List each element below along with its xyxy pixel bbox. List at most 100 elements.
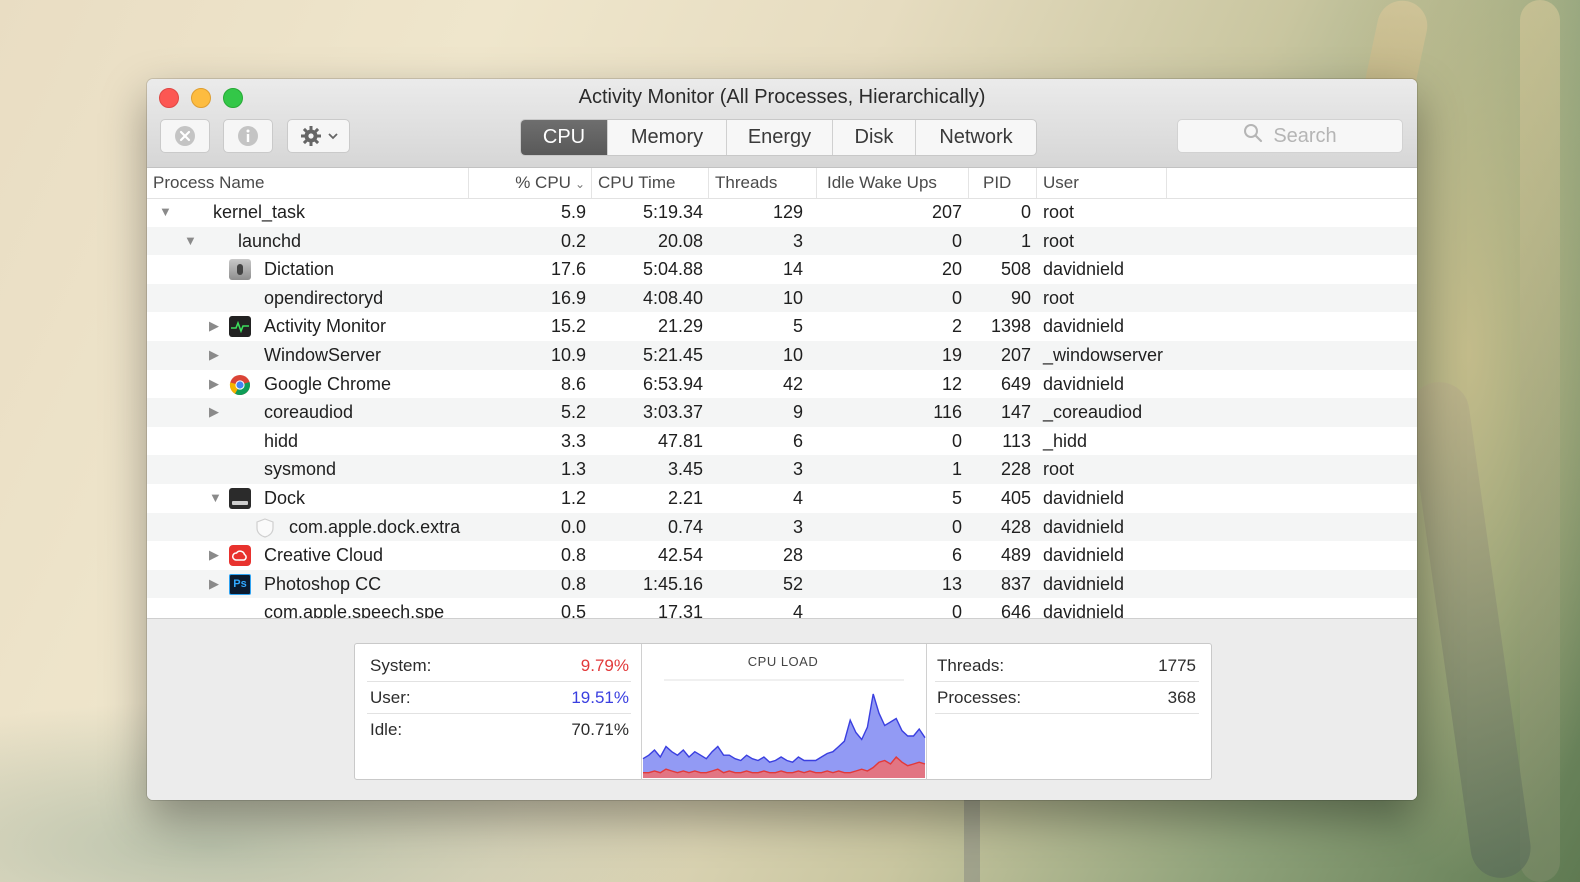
disclosure-expanded-icon[interactable]: ▼	[209, 484, 222, 513]
wallpaper-wheat-right	[1520, 0, 1560, 882]
threads-count: 42	[782, 373, 803, 394]
table-row[interactable]: opendirectoryd 16.9 4:08.40 10 0 90 root	[147, 283, 1417, 313]
idle-wake-ups: 0	[951, 287, 962, 308]
table-row[interactable]: com.apple.speech.spe 0.5 17.31 4 0 646 davidni…	[147, 598, 1417, 618]
disclosure-collapsed-icon[interactable]: ▶	[209, 312, 219, 341]
column-header-pid[interactable]: PID	[969, 168, 1037, 198]
pid: 207	[1000, 344, 1031, 365]
disclosure-collapsed-icon[interactable]: ▶	[209, 370, 219, 399]
table-row[interactable]: ▶ Activity Monitor 15.2 21.29 5 2 1398 davidnie…	[147, 312, 1417, 341]
cpu-percent: 17.6	[550, 259, 586, 280]
tab-energy[interactable]: Energy	[727, 120, 833, 155]
process-name: Dock	[264, 487, 306, 508]
column-header-threads[interactable]: Threads	[709, 168, 817, 198]
search-icon	[1243, 123, 1263, 149]
user-name: davidnield	[1043, 259, 1125, 280]
disclosure-collapsed-icon[interactable]: ▶	[209, 398, 219, 427]
threads-count: 129	[772, 202, 803, 222]
process-name: com.apple.speech.spe	[264, 602, 445, 618]
idle-wake-ups: 12	[941, 373, 962, 394]
column-header-process-name[interactable]: Process Name	[147, 168, 469, 198]
threads-count: 52	[782, 573, 803, 594]
pid: 1	[1020, 230, 1031, 251]
cpu-time: 6:53.94	[642, 373, 703, 394]
wallpaper-pole	[964, 800, 980, 882]
process-name: opendirectoryd	[264, 287, 384, 308]
user-label: User:	[370, 688, 411, 707]
process-name: hidd	[264, 430, 299, 451]
cpu-time: 2.21	[667, 487, 703, 508]
process-name: Creative Cloud	[264, 545, 384, 566]
table-row[interactable]: ▶ Google Chrome 8.6 6:53.94 42 12 649 davidniel…	[147, 370, 1417, 399]
action-menu-button[interactable]	[287, 119, 350, 153]
process-name: kernel_task	[213, 202, 306, 222]
disclosure-collapsed-icon[interactable]: ▶	[209, 541, 219, 570]
idle-wake-ups: 116	[933, 402, 962, 423]
disclosure-collapsed-icon[interactable]: ▶	[209, 341, 219, 370]
process-name: com.apple.dock.extra	[289, 516, 461, 537]
table-row[interactable]: ▶ Ps Photoshop CC 0.8 1:45.16 52 13 837 davidnie…	[147, 569, 1417, 599]
cpu-percent: 0.5	[560, 602, 586, 618]
cpu-percent: 3.3	[560, 430, 586, 451]
tab-network[interactable]: Network	[916, 120, 1036, 155]
stop-process-button[interactable]	[160, 119, 210, 153]
pid: 1398	[990, 316, 1031, 337]
pid: 147	[1000, 402, 1031, 423]
user-name: davidnield	[1043, 516, 1125, 537]
threads-label: Threads:	[937, 656, 1005, 675]
cpu-percent: 1.3	[560, 459, 586, 480]
threads-count: 4	[792, 602, 803, 618]
user-name: davidnield	[1043, 373, 1125, 394]
tab-memory[interactable]: Memory	[608, 120, 727, 155]
threads-count: 10	[782, 344, 803, 365]
column-header-cpu-label: % CPU	[515, 173, 571, 192]
cpu-percent: 0.8	[560, 573, 586, 594]
table-row[interactable]: ▼ Dock 1.2 2.21 4 5 405 davidnield	[147, 484, 1417, 513]
table-row[interactable]: com.apple.dock.extra 0.0 0.74 3 0 428 davidnie…	[147, 512, 1417, 542]
process-name: sysmond	[264, 459, 337, 480]
table-row[interactable]: ▶ coreaudiod 5.2 3:03.37 9 116 147 _coreaudiod	[147, 398, 1417, 427]
process-name: launchd	[238, 230, 302, 251]
table-row[interactable]: ▶ WindowServer 10.9 5:21.45 10 19 207 _windowse…	[147, 340, 1417, 370]
inspect-process-button[interactable]	[223, 119, 273, 153]
cpu-percent: 1.2	[560, 487, 586, 508]
shield-outline-icon	[254, 517, 276, 538]
tab-disk[interactable]: Disk	[833, 120, 916, 155]
process-name: coreaudiod	[264, 402, 354, 423]
table-row[interactable]: Dictation 17.6 5:04.88 14 20 508 davidnield	[147, 255, 1417, 284]
disclosure-collapsed-icon[interactable]: ▶	[209, 570, 219, 599]
tab-cpu[interactable]: CPU	[521, 120, 608, 155]
column-header-idle-wake-ups[interactable]: Idle Wake Ups	[817, 168, 969, 198]
divider	[367, 681, 631, 682]
threads-count: 3	[792, 459, 803, 480]
cpu-time: 0.74	[667, 516, 703, 537]
table-row[interactable]: ▼ launchd 0.2 20.08 3 0 1 root	[147, 226, 1417, 256]
cpu-time: 17.31	[657, 602, 703, 618]
threads-count: 3	[792, 516, 803, 537]
pid: 649	[1000, 373, 1031, 394]
table-row[interactable]: hidd 3.3 47.81 6 0 113 _hidd	[147, 427, 1417, 456]
threads-count: 9	[792, 402, 803, 423]
column-header-user[interactable]: User	[1037, 168, 1167, 198]
column-header-cpu[interactable]: % CPU ⌄	[469, 168, 592, 198]
process-name: Photoshop CC	[264, 573, 382, 594]
table-row[interactable]: sysmond 1.3 3.45 3 1 228 root	[147, 455, 1417, 484]
column-header-cpu-time[interactable]: CPU Time	[592, 168, 709, 198]
titlebar: Activity Monitor (All Processes, Hierarc…	[147, 79, 1417, 168]
disclosure-expanded-icon[interactable]: ▼	[184, 227, 197, 256]
cpu-time: 42.54	[657, 545, 703, 566]
table-row[interactable]: ▶ Creative Cloud 0.8 42.54 28 6 489 davidnield	[147, 541, 1417, 570]
search-field[interactable]: Search	[1177, 119, 1403, 153]
idle-wake-ups: 19	[941, 344, 962, 365]
disclosure-expanded-icon[interactable]: ▼	[159, 198, 172, 227]
cpu-time: 5:21.45	[642, 344, 703, 365]
photoshop-icon: Ps	[229, 573, 251, 595]
cpu-load-title: CPU LOAD	[747, 654, 819, 669]
idle-wake-ups: 0	[951, 516, 962, 537]
pid: 508	[1000, 259, 1031, 280]
table-row[interactable]: ▼ kernel_task 5.9 5:19.34 129 207 0 root	[147, 198, 1417, 227]
pid: 405	[1000, 487, 1031, 508]
idle-wake-ups: 207	[931, 202, 962, 222]
process-name: WindowServer	[264, 344, 382, 365]
cpu-percent: 0.8	[560, 545, 586, 566]
